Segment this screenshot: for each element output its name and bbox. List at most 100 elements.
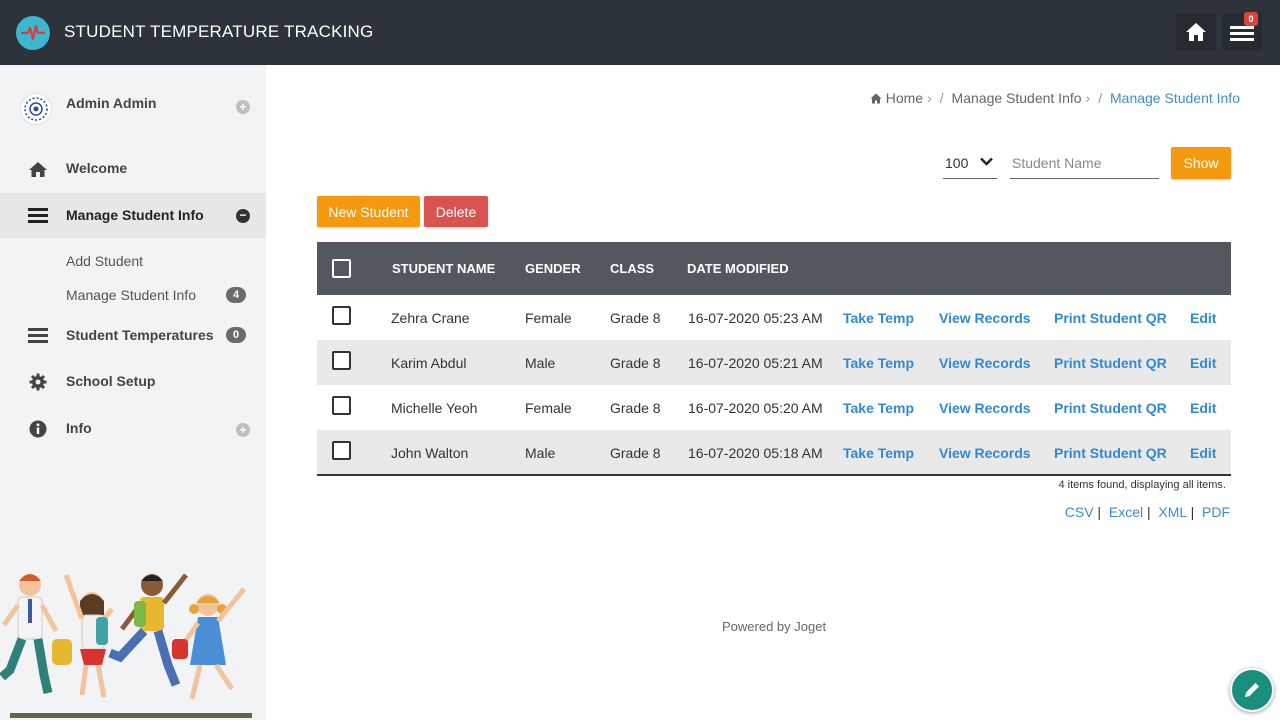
collapse-icon[interactable]: − — [236, 209, 250, 223]
sidebar-subitem-add-student[interactable]: Add Student — [66, 253, 143, 269]
cell-name: Michelle Yeoh — [391, 400, 478, 416]
print-student-qr-link[interactable]: Print Student QR — [1054, 310, 1167, 326]
expand-icon[interactable]: + — [236, 100, 250, 114]
home-button[interactable] — [1176, 13, 1216, 51]
column-header-date[interactable]: DATE MODIFIED — [687, 261, 789, 276]
row-checkbox[interactable] — [332, 351, 351, 370]
print-student-qr-link[interactable]: Print Student QR — [1054, 355, 1167, 371]
kids-illustration-icon — [0, 573, 252, 718]
row-checkbox[interactable] — [332, 306, 351, 325]
home-icon — [1186, 23, 1206, 41]
row-checkbox[interactable] — [332, 396, 351, 415]
table-bottom-border — [317, 474, 1231, 476]
view-records-link[interactable]: View Records — [939, 310, 1031, 326]
table-row: Michelle Yeoh Female Grade 8 16-07-2020 … — [317, 385, 1231, 430]
sidebar-item-school-setup[interactable]: School Setup — [0, 359, 266, 404]
sidebar-item-student-temperatures[interactable]: Student Temperatures 0 — [0, 313, 266, 358]
home-icon — [28, 159, 48, 179]
cell-class: Grade 8 — [610, 310, 661, 326]
column-header-gender[interactable]: GENDER — [525, 261, 581, 276]
edit-link[interactable]: Edit — [1190, 310, 1216, 326]
sidebar-item-label: School Setup — [66, 373, 156, 389]
table-header: STUDENT NAME GENDER CLASS DATE MODIFIED — [317, 242, 1231, 295]
cell-date: 16-07-2020 05:20 AM — [688, 400, 823, 416]
sidebar-item-label: Student Temperatures — [66, 327, 214, 343]
cell-gender: Female — [525, 400, 572, 416]
edit-link[interactable]: Edit — [1190, 400, 1216, 416]
user-profile[interactable]: Admin Admin + — [0, 85, 266, 133]
sidebar-item-label: Welcome — [66, 160, 128, 176]
cell-gender: Male — [525, 445, 556, 461]
chevron-down-icon — [980, 157, 993, 166]
column-header-name[interactable]: STUDENT NAME — [392, 261, 495, 276]
export-links: CSV | Excel | XML | PDF — [1064, 504, 1230, 520]
take-temp-link[interactable]: Take Temp — [843, 310, 914, 326]
app-title: STUDENT TEMPERATURE TRACKING — [64, 22, 374, 41]
view-records-link[interactable]: View Records — [939, 400, 1031, 416]
view-records-link[interactable]: View Records — [939, 445, 1031, 461]
breadcrumb-level1[interactable]: Manage Student Info — [952, 90, 1082, 106]
new-student-button[interactable]: New Student — [317, 196, 420, 227]
table-row: John Walton Male Grade 8 16-07-2020 05:1… — [317, 430, 1231, 475]
table-row: Zehra Crane Female Grade 8 16-07-2020 05… — [317, 295, 1231, 340]
sidebar-item-label: Manage Student Info — [66, 207, 204, 223]
export-csv-link[interactable]: CSV — [1065, 504, 1094, 520]
page-size-value: 100 — [945, 155, 969, 171]
cell-class: Grade 8 — [610, 355, 661, 371]
take-temp-link[interactable]: Take Temp — [843, 400, 914, 416]
expand-icon[interactable]: + — [236, 423, 250, 437]
export-excel-link[interactable]: Excel — [1109, 504, 1143, 520]
sidebar-subitem-manage-student-info[interactable]: Manage Student Info — [66, 287, 196, 303]
table-row: Karim Abdul Male Grade 8 16-07-2020 05:2… — [317, 340, 1231, 385]
take-temp-link[interactable]: Take Temp — [843, 355, 914, 371]
show-button[interactable]: Show — [1171, 147, 1231, 179]
select-all-checkbox[interactable] — [332, 259, 351, 278]
mandala-avatar-icon — [24, 97, 48, 121]
breadcrumb-home[interactable]: Home — [886, 90, 923, 106]
pencil-icon — [1245, 683, 1259, 697]
edit-link[interactable]: Edit — [1190, 355, 1216, 371]
page-size-select[interactable]: 100 — [943, 147, 997, 179]
cell-class: Grade 8 — [610, 445, 661, 461]
info-icon — [28, 419, 48, 439]
count-badge: 0 — [226, 327, 246, 343]
print-student-qr-link[interactable]: Print Student QR — [1054, 445, 1167, 461]
breadcrumb-current[interactable]: Manage Student Info — [1110, 90, 1240, 106]
footer-text: Powered by Joget — [722, 619, 827, 634]
sidebar-item-welcome[interactable]: Welcome — [0, 146, 266, 191]
edit-link[interactable]: Edit — [1190, 445, 1216, 461]
heartbeat-logo-icon — [16, 16, 50, 50]
cell-gender: Female — [525, 310, 572, 326]
sidebar: Admin Admin + Welcome Manage Student Inf… — [0, 65, 266, 720]
list-icon — [28, 206, 48, 226]
sidebar-item-info[interactable]: Info + — [0, 406, 266, 451]
cell-name: Zehra Crane — [391, 310, 470, 326]
breadcrumb: Home › / Manage Student Info › / Manage Stud… — [870, 90, 1240, 107]
row-checkbox[interactable] — [332, 441, 351, 460]
export-pdf-link[interactable]: PDF — [1202, 504, 1230, 520]
top-header: STUDENT TEMPERATURE TRACKING 0 — [0, 0, 1280, 65]
export-xml-link[interactable]: XML — [1158, 504, 1186, 520]
student-table: STUDENT NAME GENDER CLASS DATE MODIFIED … — [317, 242, 1231, 475]
cell-name: John Walton — [391, 445, 469, 461]
items-count-text: 4 items found, displaying all items. — [1058, 479, 1226, 491]
column-header-class[interactable]: CLASS — [610, 261, 654, 276]
sidebar-item-manage-student-info[interactable]: Manage Student Info − — [0, 193, 266, 238]
sidebar-item-label: Info — [66, 420, 92, 436]
cell-class: Grade 8 — [610, 400, 661, 416]
print-student-qr-link[interactable]: Print Student QR — [1054, 400, 1167, 416]
user-name: Admin Admin — [66, 95, 157, 111]
cell-name: Karim Abdul — [391, 355, 467, 371]
student-name-search-input[interactable] — [1010, 147, 1159, 179]
cell-date: 16-07-2020 05:21 AM — [688, 355, 823, 371]
delete-button[interactable]: Delete — [424, 196, 488, 227]
cell-gender: Male — [525, 355, 556, 371]
notifications-button[interactable]: 0 — [1222, 12, 1262, 51]
take-temp-link[interactable]: Take Temp — [843, 445, 914, 461]
edit-fab-button[interactable] — [1230, 668, 1274, 712]
notification-badge: 0 — [1244, 12, 1258, 26]
gear-icon — [28, 372, 48, 392]
avatar — [20, 93, 52, 125]
count-badge: 4 — [226, 287, 246, 303]
view-records-link[interactable]: View Records — [939, 355, 1031, 371]
